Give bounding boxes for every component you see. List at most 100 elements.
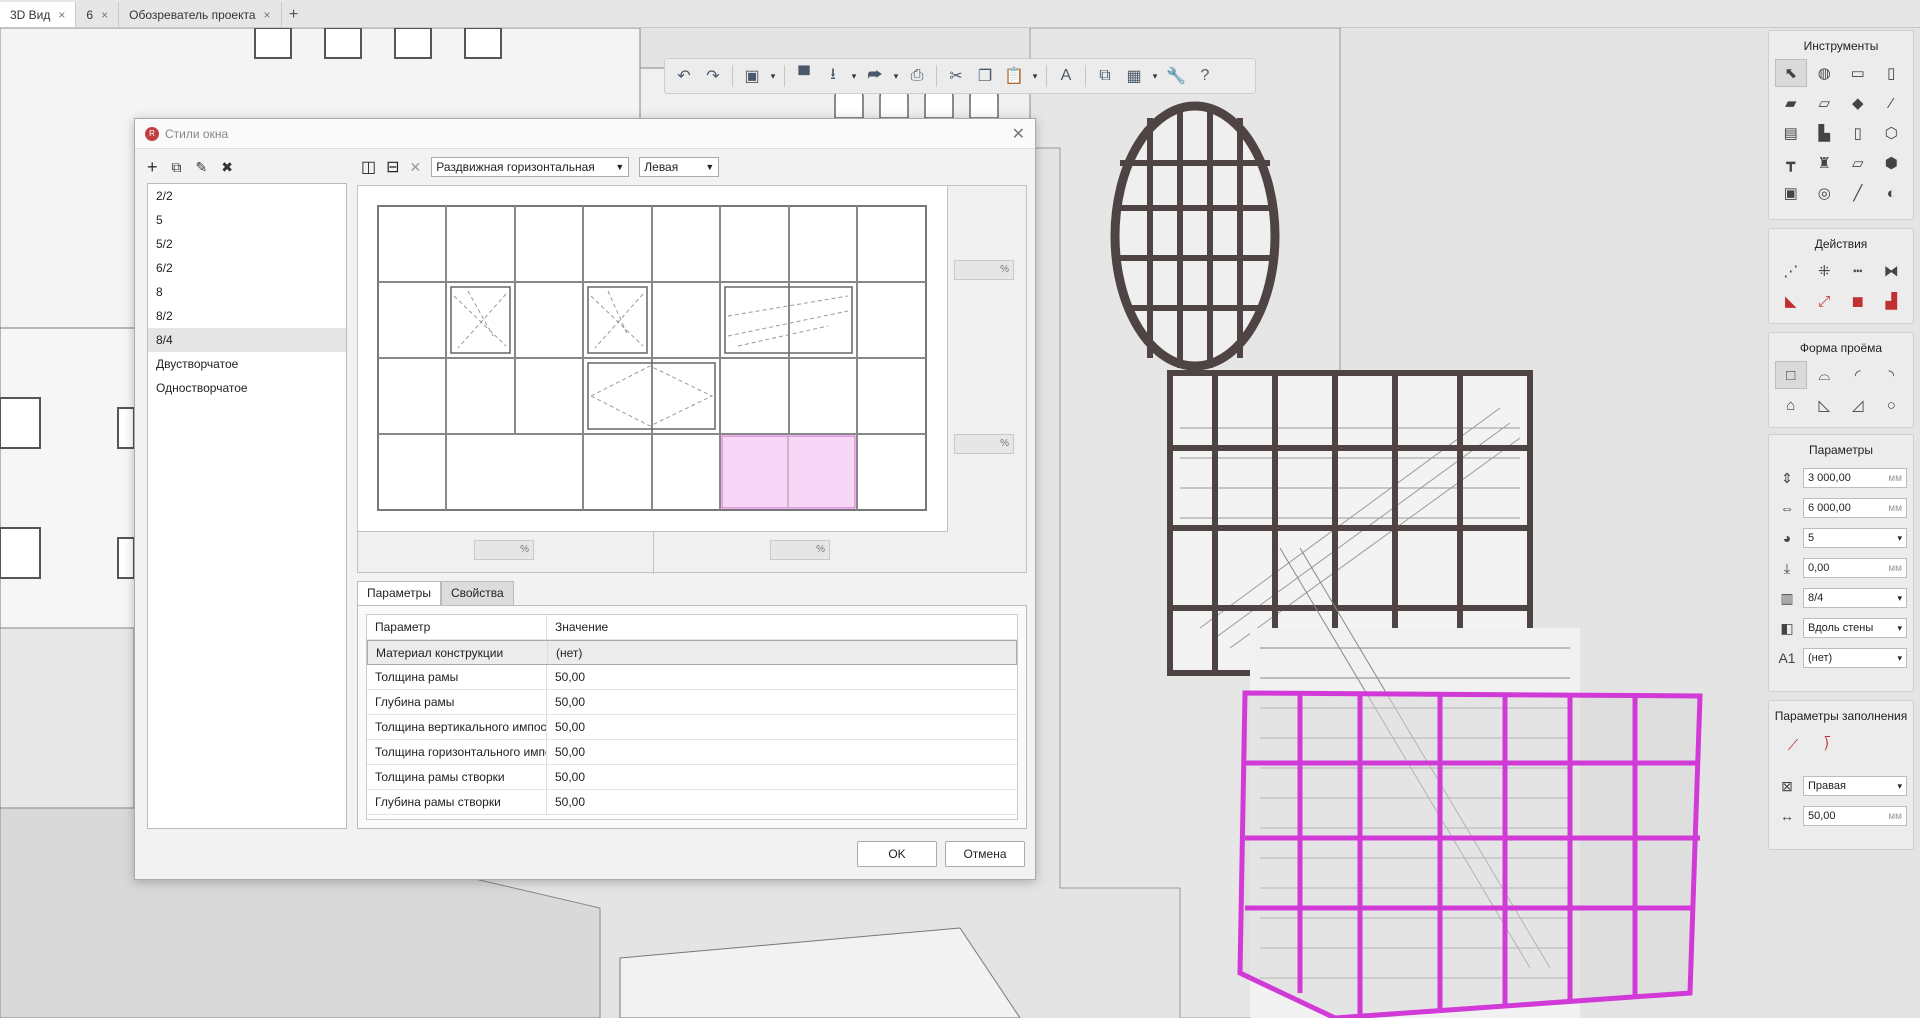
delete-icon[interactable]: ✖ [221, 159, 233, 176]
actions-icon[interactable]: ◣ [1775, 287, 1807, 315]
wrench-icon[interactable]: 🔧 [1163, 63, 1189, 89]
beam-icon[interactable]: ▤ [1775, 119, 1807, 147]
hatch-icon[interactable]: ◐ [1876, 179, 1908, 207]
list-item[interactable]: 5/2 [148, 232, 346, 256]
print-icon[interactable]: ⎙ [904, 63, 930, 89]
shape3d-icon[interactable]: ⬢ [1876, 149, 1908, 177]
opening-side-select[interactable]: Левая ▼ [639, 157, 720, 177]
tab-properties[interactable]: Свойства [440, 581, 514, 605]
slab-icon[interactable]: ▱ [1809, 89, 1841, 117]
chevron-down-icon[interactable]: ▾ [1030, 71, 1040, 82]
roof-icon[interactable]: ◆ [1842, 89, 1874, 117]
list-item[interactable]: 8/2 [148, 304, 346, 328]
stair-icon[interactable]: ▙ [1809, 119, 1841, 147]
table-row[interactable]: Материал конструкции (нет) [367, 640, 1017, 665]
actions-icon[interactable]: ⁜ [1809, 257, 1841, 285]
parameter-input[interactable]: 8/4 ▾ [1803, 588, 1907, 608]
parameter-value[interactable]: 50,00 [547, 715, 1017, 739]
percent-field[interactable]: % [770, 540, 830, 560]
brush-icon[interactable]: ⁄ [1876, 89, 1908, 117]
remove-icon[interactable]: ✕ [410, 159, 422, 176]
fill-left-icon[interactable]: ⟋ [1779, 731, 1807, 759]
layers-icon[interactable]: ⧉ [1092, 63, 1118, 89]
paint-icon[interactable]: ◍ [1809, 59, 1841, 87]
ok-button[interactable]: OK [857, 841, 937, 867]
list-item[interactable]: 5 [148, 208, 346, 232]
actions-icon[interactable]: ⤢ [1809, 287, 1841, 315]
parameter-input[interactable]: 3 000,00 мм [1803, 468, 1907, 488]
close-icon[interactable]: × [101, 8, 108, 22]
undo-icon[interactable]: ↶ [671, 63, 697, 89]
actions-icon[interactable]: ┅ [1842, 257, 1874, 285]
cube-icon[interactable]: ⬡ [1876, 119, 1908, 147]
window-icon[interactable]: ▯ [1842, 119, 1874, 147]
percent-field[interactable]: % [954, 434, 1014, 454]
redo-icon[interactable]: ↷ [700, 63, 726, 89]
parameter-value[interactable]: (нет) [548, 641, 1016, 664]
actions-icon[interactable]: ⧓ [1876, 257, 1908, 285]
opening_form-icon[interactable]: ⌓ [1809, 361, 1841, 389]
list-item[interactable]: 8 [148, 280, 346, 304]
percent-field[interactable]: % [474, 540, 534, 560]
opening-type-select[interactable]: Раздвижная горизонтальная ▼ [431, 157, 630, 177]
opening_form-icon[interactable]: □ [1775, 361, 1807, 389]
door-icon[interactable]: ▯ [1876, 59, 1908, 87]
edit-icon[interactable]: ✎ [196, 159, 208, 176]
cursor-icon[interactable]: ⬉ [1775, 59, 1807, 87]
list-item[interactable]: Одностворчатое [148, 376, 346, 400]
frame-icon[interactable]: ▭ [1842, 59, 1874, 87]
list-item[interactable]: 2/2 [148, 184, 346, 208]
parameter-input[interactable]: 0,00 мм [1803, 558, 1907, 578]
parameter-input[interactable]: (нет) ▾ [1803, 648, 1907, 668]
chevron-down-icon[interactable]: ▾ [1150, 71, 1160, 82]
actions-icon[interactable]: ◼ [1842, 287, 1874, 315]
cut-icon[interactable]: ✂ [943, 63, 969, 89]
actions-icon[interactable]: ⋰ [1775, 257, 1807, 285]
parameter-value[interactable]: 50,00 [547, 765, 1017, 789]
ortho-icon[interactable]: ◎ [1809, 179, 1841, 207]
opening_form-icon[interactable]: ○ [1876, 391, 1908, 419]
wall-icon[interactable]: ▰ [1775, 89, 1807, 117]
table-icon[interactable]: ┳ [1775, 149, 1807, 177]
chevron-down-icon[interactable]: ▾ [849, 71, 859, 82]
close-icon[interactable]: × [264, 8, 271, 22]
split-horizontal-icon[interactable]: ⊟ [386, 157, 399, 177]
copy-icon[interactable]: ❐ [972, 63, 998, 89]
parameter-value[interactable]: 50,00 [547, 665, 1017, 689]
opening_form-icon[interactable]: ◜ [1842, 361, 1874, 389]
folder-icon[interactable]: ▀ [791, 63, 817, 89]
percent-field[interactable]: % [954, 260, 1014, 280]
tab-3d-view[interactable]: 3D Вид × [0, 2, 77, 27]
save-icon[interactable]: ⭳ [820, 63, 846, 89]
tab-project-browser[interactable]: Обозреватель проекта × [119, 2, 282, 27]
cut-icon[interactable]: ▱ [1842, 149, 1874, 177]
close-icon[interactable]: ✕ [1012, 124, 1025, 144]
fill-right-icon[interactable]: ⟌ [1813, 731, 1841, 759]
help-icon[interactable]: ? [1192, 63, 1218, 89]
parameter-value[interactable]: 50,00 [547, 740, 1017, 764]
parameter-value[interactable]: 50,00 [547, 790, 1017, 814]
table-row[interactable]: Глубина рамы 50,00 [367, 690, 1017, 715]
duplicate-icon[interactable]: ⧉ [172, 159, 182, 176]
parameter-input[interactable]: 5 ▾ [1803, 528, 1907, 548]
split-vertical-icon[interactable]: ◫ [361, 157, 376, 177]
add-icon[interactable]: + [147, 157, 158, 178]
table-row[interactable]: Толщина рамы створки 50,00 [367, 765, 1017, 790]
cancel-button[interactable]: Отмена [945, 841, 1025, 867]
3d-cube-icon[interactable]: ▣ [739, 63, 765, 89]
list-item[interactable]: Двустворчатое [148, 352, 346, 376]
bottle-icon[interactable]: ♜ [1809, 149, 1841, 177]
table-icon[interactable]: ▦ [1121, 63, 1147, 89]
close-icon[interactable]: × [58, 8, 65, 22]
add-tab-button[interactable]: + [282, 2, 306, 27]
parameter-value[interactable]: 50,00 [547, 690, 1017, 714]
opening_form-icon[interactable]: ⌂ [1775, 391, 1807, 419]
chevron-down-icon[interactable]: ▾ [768, 71, 778, 82]
export-icon[interactable]: ⮫ [862, 63, 888, 89]
parameter-input[interactable]: 6 000,00 мм [1803, 498, 1907, 518]
table-row[interactable]: Толщина вертикального импоста 50,00 [367, 715, 1017, 740]
opening_form-icon[interactable]: ◺ [1809, 391, 1841, 419]
window-grid-canvas[interactable] [358, 186, 948, 532]
tab-6[interactable]: 6 × [76, 2, 120, 27]
camera-icon[interactable]: ▣ [1775, 179, 1807, 207]
